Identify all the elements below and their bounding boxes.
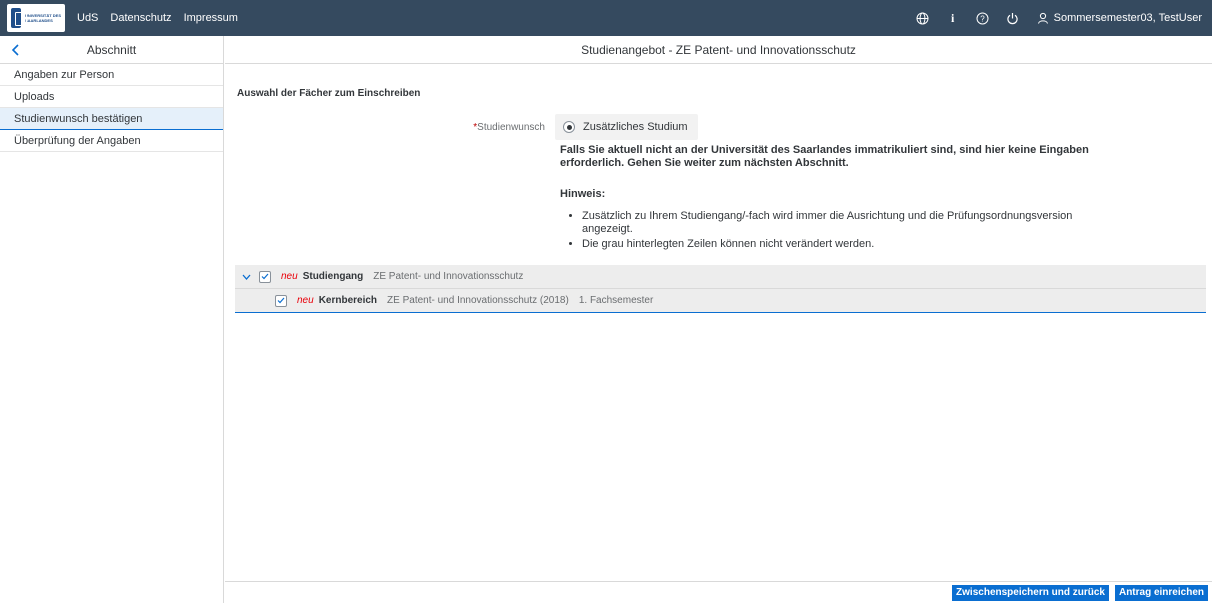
hint-item: Die grau hinterlegten Zeilen können nich… [582,238,1120,251]
field-label-text: Studienwunsch [477,121,545,133]
shell-actions: i ? Sommersemester03, TestUser [916,11,1212,25]
svg-text:?: ? [980,14,985,23]
row-kind: Kernbereich [318,295,378,306]
submit-application-button[interactable]: Antrag einreichen [1114,584,1208,601]
hint-item: Zusätzlich zu Ihrem Studiengang/-fach wi… [582,210,1120,236]
back-chevron-icon[interactable] [4,38,28,62]
new-tag: neu [281,271,298,282]
power-icon[interactable] [1006,11,1020,25]
section-nav-title: Abschnitt [86,42,137,57]
subject-tree-table: neu Studiengang ZE Patent- und Innovatio… [235,265,1206,313]
info-text: Falls Sie aktuell nicht an der Universit… [560,144,1120,253]
globe-icon[interactable] [916,11,930,25]
row-semester: 1. Fachsemester [578,295,654,306]
expand-chevron-icon[interactable] [239,274,253,280]
row-kind: Studiengang [302,271,364,282]
info-message: Falls Sie aktuell nicht an der Universit… [560,144,1089,169]
hint-title: Hinweis: [560,188,606,200]
nav-item-ueberpruefung[interactable]: Überprüfung der Angaben [0,130,223,152]
nav-item-angaben-zur-person[interactable]: Angaben zur Person [0,64,223,86]
row-name: ZE Patent- und Innovationsschutz [373,271,524,282]
new-tag: neu [297,295,314,306]
radio-selected-icon[interactable] [563,121,575,133]
tree-row-kernbereich[interactable]: neu Kernbereich ZE Patent- und Innovatio… [235,289,1206,313]
row-name: ZE Patent- und Innovationsschutz (2018) [387,295,569,306]
section-navigation: Abschnitt Angaben zur Person Uploads Stu… [0,36,224,603]
link-datenschutz[interactable]: Datenschutz [110,12,171,24]
university-logo[interactable]: UNIVERSITÄT DES SAARLANDES [7,4,65,32]
checkbox-kernbereich[interactable] [275,294,287,307]
nav-item-uploads[interactable]: Uploads [0,86,223,108]
nav-item-studienwunsch-bestaetigen[interactable]: Studienwunsch bestätigen [0,108,223,130]
main-content: Studienangebot - ZE Patent- und Innovati… [225,36,1212,603]
footer-toolbar: Zwischenspeichern und zurück Antrag einr… [225,581,1212,603]
university-seal-icon [11,8,27,28]
radio-zusaetzliches-studium[interactable]: Zusätzliches Studium [555,114,698,140]
link-uds[interactable]: UdS [77,12,98,24]
logo-text: UNIVERSITÄT DES SAARLANDES [24,13,61,23]
save-and-back-button[interactable]: Zwischenspeichern und zurück [952,584,1109,601]
page-title: Studienangebot - ZE Patent- und Innovati… [225,36,1212,64]
user-menu[interactable]: Sommersemester03, TestUser [1036,11,1202,25]
studienwunsch-field: *Studienwunsch Zusätzliches Studium [225,114,1212,140]
checkbox-studiengang[interactable] [259,270,271,283]
link-impressum[interactable]: Impressum [184,12,238,24]
hint-list: Zusätzlich zu Ihrem Studiengang/-fach wi… [582,210,1120,251]
section-nav-header: Abschnitt [0,36,223,64]
tree-row-studiengang[interactable]: neu Studiengang ZE Patent- und Innovatio… [235,265,1206,289]
shell-bar: UNIVERSITÄT DES SAARLANDES UdS Datenschu… [0,0,1212,36]
user-label: Sommersemester03, TestUser [1053,12,1202,24]
user-icon [1036,11,1050,25]
studienwunsch-label: *Studienwunsch [225,122,555,133]
info-icon[interactable]: i [946,11,960,25]
radio-label: Zusätzliches Studium [583,121,688,133]
section-title: Auswahl der Fächer zum Einschreiben [237,88,421,99]
help-icon[interactable]: ? [976,11,990,25]
